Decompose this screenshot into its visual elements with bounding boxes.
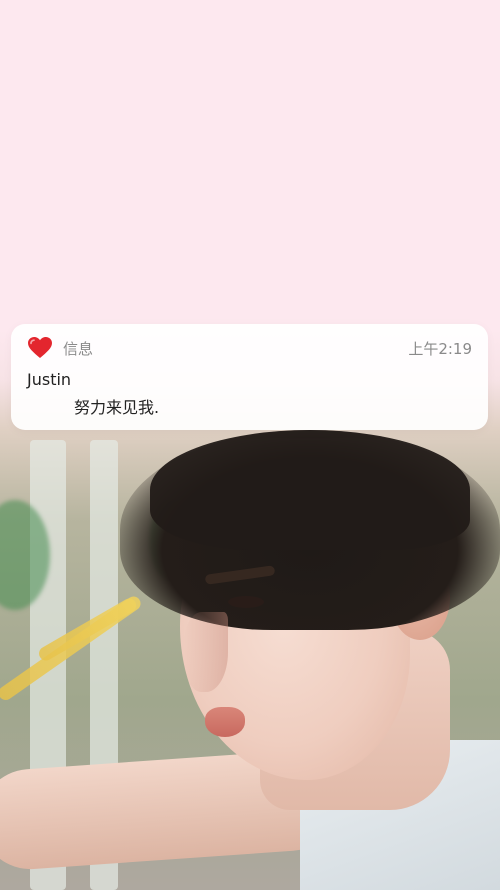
- app-name: 信息: [63, 339, 94, 358]
- notification-time: 上午2:19: [408, 339, 472, 358]
- eye: [228, 596, 264, 608]
- wallpaper: [0, 0, 500, 890]
- hair: [150, 430, 470, 550]
- message-notification[interactable]: 信息 上午2:19 Justin 努力来见我.: [11, 324, 488, 430]
- lock-screen: 信息 上午2:19 Justin 努力来见我.: [0, 0, 500, 890]
- message-preview: 努力来见我.: [74, 398, 160, 417]
- nose: [184, 612, 228, 692]
- heart-icon: [27, 335, 53, 361]
- lips: [205, 707, 245, 737]
- notification-header: 信息 上午2:19: [27, 334, 472, 362]
- sender-name: Justin: [27, 370, 72, 389]
